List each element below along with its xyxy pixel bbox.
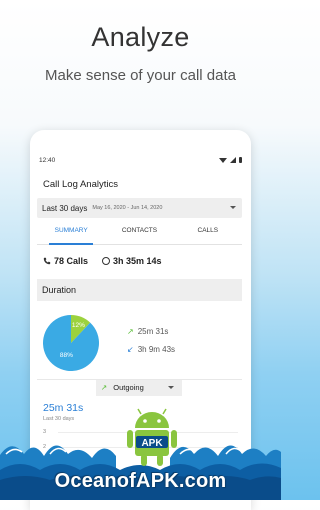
app-title: Call Log Analytics (43, 179, 118, 190)
status-time: 12:40 (39, 157, 56, 164)
android-logo: APK (127, 408, 177, 466)
tab-contacts[interactable]: CONTACTS (105, 224, 173, 244)
call-type-select[interactable]: ↗ Outgoing (96, 380, 182, 396)
hero-subtitle: Make sense of your call data (45, 67, 236, 84)
clock-icon (102, 257, 111, 265)
tab-bar: SUMMARY CONTACTS CALLS (37, 224, 242, 245)
chevron-down-icon (230, 206, 236, 209)
legend-incoming-value: 3h 9m 43s (137, 345, 176, 354)
incoming-arrow-icon: ↙ (127, 345, 134, 354)
calls-count: 78 Calls (54, 256, 89, 266)
pie-slice-label: 88% (60, 352, 73, 359)
duration-section-header: Duration (37, 279, 242, 301)
outgoing-arrow-icon: ↗ (127, 327, 134, 336)
date-range-dates: May 16, 2020 - Jun 14, 2020 (92, 205, 163, 211)
status-bar: 12:40 (39, 157, 242, 164)
call-type-selected: Outgoing (113, 383, 144, 392)
legend-outgoing-value: 25m 31s (137, 327, 169, 336)
tab-summary[interactable]: SUMMARY (37, 224, 105, 245)
hero-title: Analyze (91, 22, 190, 52)
tab-calls[interactable]: CALLS (174, 224, 242, 244)
svg-text:APK: APK (141, 438, 163, 449)
wifi-icon (219, 157, 227, 163)
legend-outgoing: ↗ 25m 31s (127, 327, 168, 336)
section-title: Duration (42, 285, 77, 295)
stats-row: 78 Calls 3h 35m 14s (43, 254, 243, 268)
pie-slice-label: 12% (72, 322, 85, 329)
battery-icon (239, 157, 242, 163)
signal-icon (230, 157, 236, 163)
legend-incoming: ↙ 3h 9m 43s (127, 345, 175, 354)
date-range-select[interactable]: Last 30 days May 16, 2020 - Jun 14, 2020 (37, 198, 242, 218)
chevron-down-icon (168, 386, 174, 389)
total-duration: 3h 35m 14s (113, 256, 162, 266)
phone-icon (43, 257, 51, 265)
date-range-label: Last 30 days (42, 203, 88, 213)
watermark-text: OceanofAPK.com (54, 470, 227, 492)
outgoing-arrow-icon: ↗ (101, 383, 108, 392)
duration-pie-chart: 12% 88% (43, 315, 100, 371)
